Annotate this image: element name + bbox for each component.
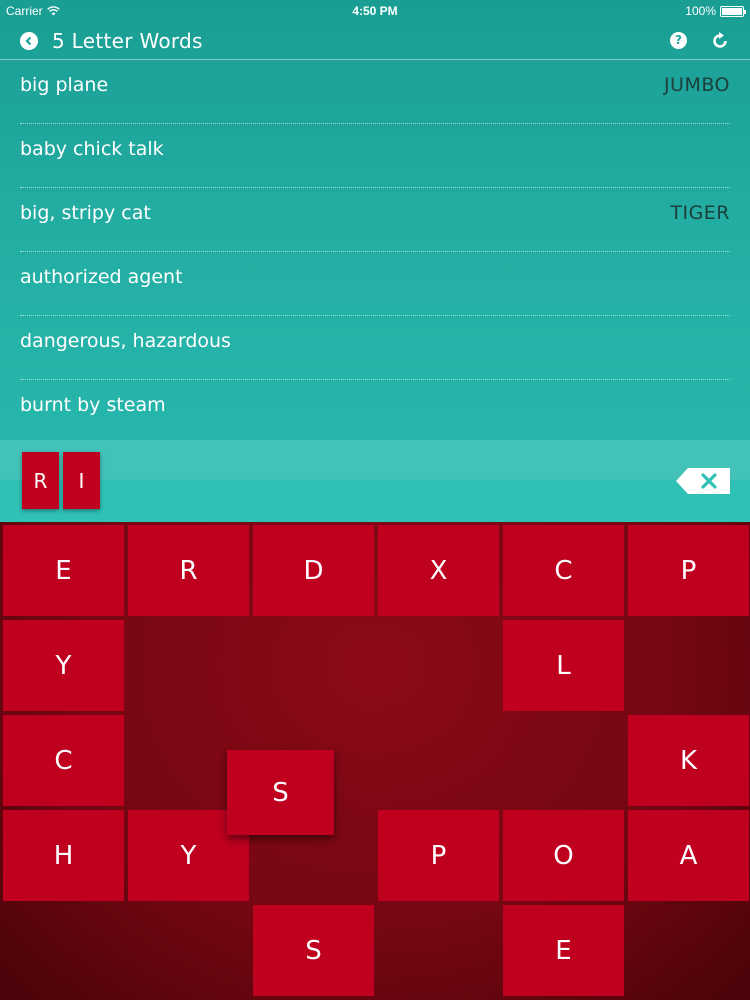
back-button[interactable]: [20, 32, 38, 50]
letter-tile[interactable]: P: [628, 525, 749, 616]
letter-tile[interactable]: E: [3, 525, 124, 616]
letter-tile[interactable]: K: [628, 715, 749, 806]
typed-letter-tile[interactable]: R: [22, 452, 59, 509]
clue-row[interactable]: big plane JUMBO: [20, 60, 730, 124]
typed-letter-tile[interactable]: I: [63, 452, 100, 509]
clue-answer: JUMBO: [663, 74, 730, 96]
answer-strip: RI: [0, 440, 750, 522]
clue-text: dangerous, hazardous: [20, 330, 231, 352]
battery-icon: [720, 5, 746, 17]
letter-tile[interactable]: X: [378, 525, 499, 616]
letter-board: ERDXCPYLCKHYPOASES: [0, 522, 750, 1000]
status-time: 4:50 PM: [352, 4, 398, 18]
clue-row[interactable]: authorized agent: [20, 252, 730, 316]
clue-text: burnt by steam: [20, 394, 166, 416]
typed-letters: RI: [22, 452, 100, 509]
letter-tile[interactable]: C: [503, 525, 624, 616]
letter-tile[interactable]: S: [253, 905, 374, 996]
letter-tile[interactable]: D: [253, 525, 374, 616]
letter-tile[interactable]: Y: [3, 620, 124, 711]
clue-text: authorized agent: [20, 266, 183, 288]
letter-tile[interactable]: P: [378, 810, 499, 901]
clue-row[interactable]: big, stripy cat TIGER: [20, 188, 730, 252]
delete-key-icon[interactable]: [676, 468, 730, 494]
status-bar: Carrier 4:50 PM 100%: [0, 0, 750, 22]
clue-text: baby chick talk: [20, 138, 164, 160]
letter-tile[interactable]: E: [503, 905, 624, 996]
letter-tile[interactable]: A: [628, 810, 749, 901]
clue-row[interactable]: dangerous, hazardous: [20, 316, 730, 380]
letter-tile[interactable]: H: [3, 810, 124, 901]
clue-text: big plane: [20, 74, 109, 96]
nav-bar: 5 Letter Words ?: [0, 22, 750, 60]
help-button[interactable]: ?: [670, 32, 687, 49]
refresh-icon[interactable]: [710, 31, 730, 51]
clue-row[interactable]: baby chick talk: [20, 124, 730, 188]
clue-text: big, stripy cat: [20, 202, 151, 224]
letter-tile[interactable]: C: [3, 715, 124, 806]
letter-tile[interactable]: O: [503, 810, 624, 901]
letter-tile[interactable]: L: [503, 620, 624, 711]
battery-percent: 100%: [685, 4, 716, 18]
clue-row[interactable]: burnt by steam: [20, 380, 730, 444]
clue-panel: Carrier 4:50 PM 100% 5 Letter Words ? bi…: [0, 0, 750, 440]
clue-answer: TIGER: [670, 202, 730, 224]
letter-tile[interactable]: R: [128, 525, 249, 616]
clue-list: big plane JUMBO baby chick talk big, stripy…: [20, 60, 730, 444]
page-title: 5 Letter Words: [52, 29, 203, 53]
dragged-letter-tile[interactable]: S: [227, 750, 334, 835]
back-arrow-icon: [25, 36, 32, 46]
